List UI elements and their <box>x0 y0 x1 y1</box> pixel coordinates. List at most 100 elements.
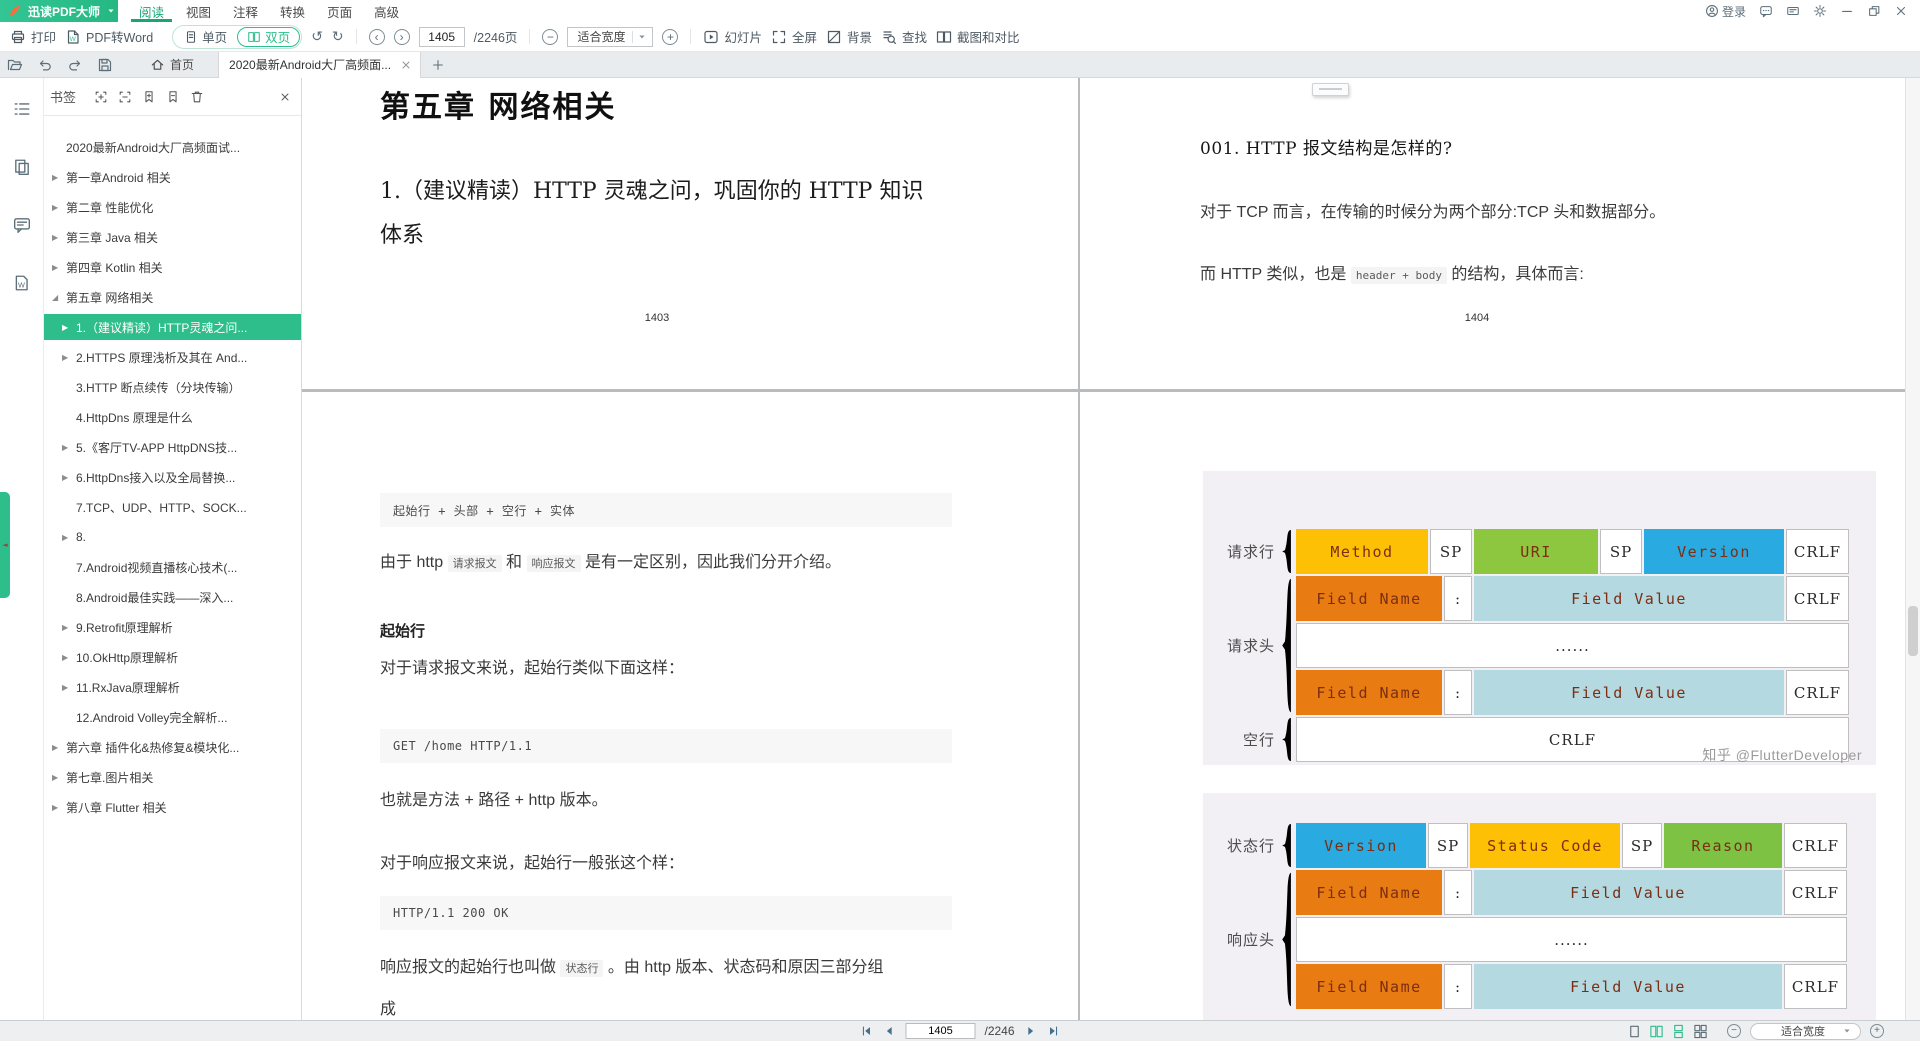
feedback-chat-icon[interactable] <box>1759 4 1773 18</box>
new-tab-button[interactable] <box>431 58 445 72</box>
statusbar-zoom-out-button[interactable]: − <box>1727 1024 1741 1038</box>
document-tab[interactable]: 2020最新Android大厂高频面... <box>218 52 421 78</box>
statusbar-zoom-mode-dropdown[interactable]: 适合宽度 <box>1750 1023 1861 1040</box>
bookmark-item[interactable]: 8.Android最佳实践——深入... <box>44 582 301 612</box>
bookmark-item[interactable]: ◢第五章 网络相关 <box>44 282 301 312</box>
expand-arrow-icon[interactable]: ▶ <box>62 323 76 332</box>
bookmark-item[interactable]: 3.HTTP 断点续传（分块传输） <box>44 372 301 402</box>
export-word-icon[interactable]: W <box>13 274 31 292</box>
open-file-icon[interactable] <box>7 57 23 73</box>
expand-arrow-icon[interactable]: ▶ <box>62 653 76 662</box>
bookmark-item[interactable]: ▶9.Retrofit原理解析 <box>44 612 301 642</box>
bookmark-item[interactable]: ▶6.HttpDns接入以及全局替换... <box>44 462 301 492</box>
expand-arrow-icon[interactable]: ▶ <box>62 533 76 542</box>
double-page-button[interactable]: 双页 <box>237 27 300 47</box>
bookmark-item[interactable]: ▶第七章.图片相关 <box>44 762 301 792</box>
menu-转换[interactable]: 转换 <box>269 0 316 22</box>
expand-arrow-icon[interactable]: ▶ <box>52 803 66 812</box>
remove-bookmark-icon[interactable] <box>166 90 180 104</box>
bookmark-item[interactable]: ▶第六章 插件化&热修复&模块化... <box>44 732 301 762</box>
bookmark-item[interactable]: ▶第四章 Kotlin 相关 <box>44 252 301 282</box>
zoom-out-button[interactable]: − <box>542 29 558 45</box>
prev-page-button[interactable]: ‹ <box>369 29 385 45</box>
vertical-scrollbar[interactable] <box>1905 78 1920 1020</box>
zoom-mode-dropdown[interactable]: 适合宽度 <box>567 27 653 47</box>
bookmark-item[interactable]: 2020最新Android大厂高频面试... <box>44 132 301 162</box>
bookmarks-panel-icon[interactable] <box>13 100 31 118</box>
delete-bookmark-icon[interactable] <box>190 90 204 104</box>
previous-page-button[interactable] <box>882 1024 896 1038</box>
save-icon[interactable] <box>97 57 113 73</box>
pdf-to-word-button[interactable]: W PDF转Word <box>65 27 153 46</box>
collapse-all-icon[interactable] <box>118 90 132 104</box>
undo-icon[interactable] <box>37 57 53 73</box>
single-page-button[interactable]: 单页 <box>174 27 237 47</box>
layout-continuous-icon[interactable] <box>1671 1024 1686 1039</box>
bookmark-item[interactable]: ▶第一章Android 相关 <box>44 162 301 192</box>
statusbar-page-input[interactable] <box>905 1023 975 1039</box>
slideshow-button[interactable]: 幻灯片 <box>703 27 762 46</box>
bookmark-item[interactable]: ▶第八章 Flutter 相关 <box>44 792 301 822</box>
expand-arrow-icon[interactable]: ▶ <box>52 233 66 242</box>
expand-arrow-icon[interactable]: ▶ <box>62 473 76 482</box>
bookmark-item[interactable]: ▶1.（建议精读）HTTP灵魂之问... <box>44 314 301 340</box>
bookmark-item[interactable]: ▶第三章 Java 相关 <box>44 222 301 252</box>
last-page-button[interactable] <box>1047 1024 1061 1038</box>
sidebar-collapse-handle[interactable]: ◄ <box>0 492 10 598</box>
bookmark-item[interactable]: 7.TCP、UDP、HTTP、SOCK... <box>44 492 301 522</box>
login-button[interactable]: 登录 <box>1705 3 1746 20</box>
bookmark-item[interactable]: 12.Android Volley完全解析... <box>44 702 301 732</box>
scrollbar-thumb[interactable] <box>1908 606 1918 656</box>
rotate-cw-button[interactable]: ↻ <box>332 29 344 45</box>
window-close-button[interactable] <box>1894 4 1908 18</box>
expand-arrow-icon[interactable]: ▶ <box>62 683 76 692</box>
menu-视图[interactable]: 视图 <box>175 0 222 22</box>
bookmark-item[interactable]: 4.HttpDns 原理是什么 <box>44 402 301 432</box>
expand-arrow-icon[interactable]: ▶ <box>62 353 76 362</box>
zoom-in-button[interactable]: + <box>662 29 678 45</box>
add-bookmark-icon[interactable] <box>142 90 156 104</box>
bookmark-item[interactable]: ▶5.《客厅TV-APP HttpDNS技... <box>44 432 301 462</box>
expand-arrow-icon[interactable]: ▶ <box>52 203 66 212</box>
menu-阅读[interactable]: 阅读 <box>128 0 175 22</box>
settings-gear-icon[interactable] <box>1813 4 1827 18</box>
next-page-button[interactable] <box>1024 1024 1038 1038</box>
statusbar-zoom-in-button[interactable]: + <box>1870 1024 1884 1038</box>
brand-menu-caret-icon[interactable] <box>105 5 117 17</box>
menu-注释[interactable]: 注释 <box>222 0 269 22</box>
background-button[interactable]: 背景 <box>826 27 872 46</box>
panel-close-icon[interactable] <box>279 91 291 103</box>
message-board-icon[interactable] <box>1786 4 1800 18</box>
fullscreen-button[interactable]: 全屏 <box>771 27 817 46</box>
menu-高级[interactable]: 高级 <box>363 0 410 22</box>
layout-double-icon[interactable] <box>1649 1024 1664 1039</box>
first-page-button[interactable] <box>859 1024 873 1038</box>
expand-arrow-icon[interactable]: ▶ <box>62 623 76 632</box>
find-button[interactable]: 查找 <box>881 27 927 46</box>
bookmark-item[interactable]: ▶2.HTTPS 原理浅析及其在 And... <box>44 342 301 372</box>
next-page-button[interactable]: › <box>394 29 410 45</box>
collapse-arrow-icon[interactable]: ◢ <box>52 293 66 302</box>
expand-arrow-icon[interactable]: ▶ <box>52 173 66 182</box>
bookmark-item[interactable]: ▶第二章 性能优化 <box>44 192 301 222</box>
home-tab[interactable]: 首页 <box>150 56 194 73</box>
rotate-ccw-button[interactable]: ↺ <box>311 29 323 45</box>
menu-页面[interactable]: 页面 <box>316 0 363 22</box>
tab-close-icon[interactable] <box>400 59 412 71</box>
thumbnails-panel-icon[interactable] <box>13 158 31 176</box>
expand-arrow-icon[interactable]: ▶ <box>62 443 76 452</box>
layout-double-continuous-icon[interactable] <box>1693 1024 1708 1039</box>
snapshot-compare-button[interactable]: 截图和对比 <box>936 27 1020 46</box>
bookmark-item[interactable]: ▶11.RxJava原理解析 <box>44 672 301 702</box>
print-button[interactable]: 打印 <box>10 27 56 46</box>
page-number-input[interactable] <box>419 27 465 47</box>
bookmark-item[interactable]: ▶10.OkHttp原理解析 <box>44 642 301 672</box>
redo-icon[interactable] <box>67 57 83 73</box>
window-minimize-button[interactable] <box>1840 4 1854 18</box>
bookmark-item[interactable]: ▶8. <box>44 522 301 552</box>
expand-all-icon[interactable] <box>94 90 108 104</box>
expand-arrow-icon[interactable]: ▶ <box>52 743 66 752</box>
expand-arrow-icon[interactable]: ▶ <box>52 773 66 782</box>
bookmark-item[interactable]: 7.Android视频直播核心技术(... <box>44 552 301 582</box>
annotations-panel-icon[interactable] <box>13 216 31 234</box>
